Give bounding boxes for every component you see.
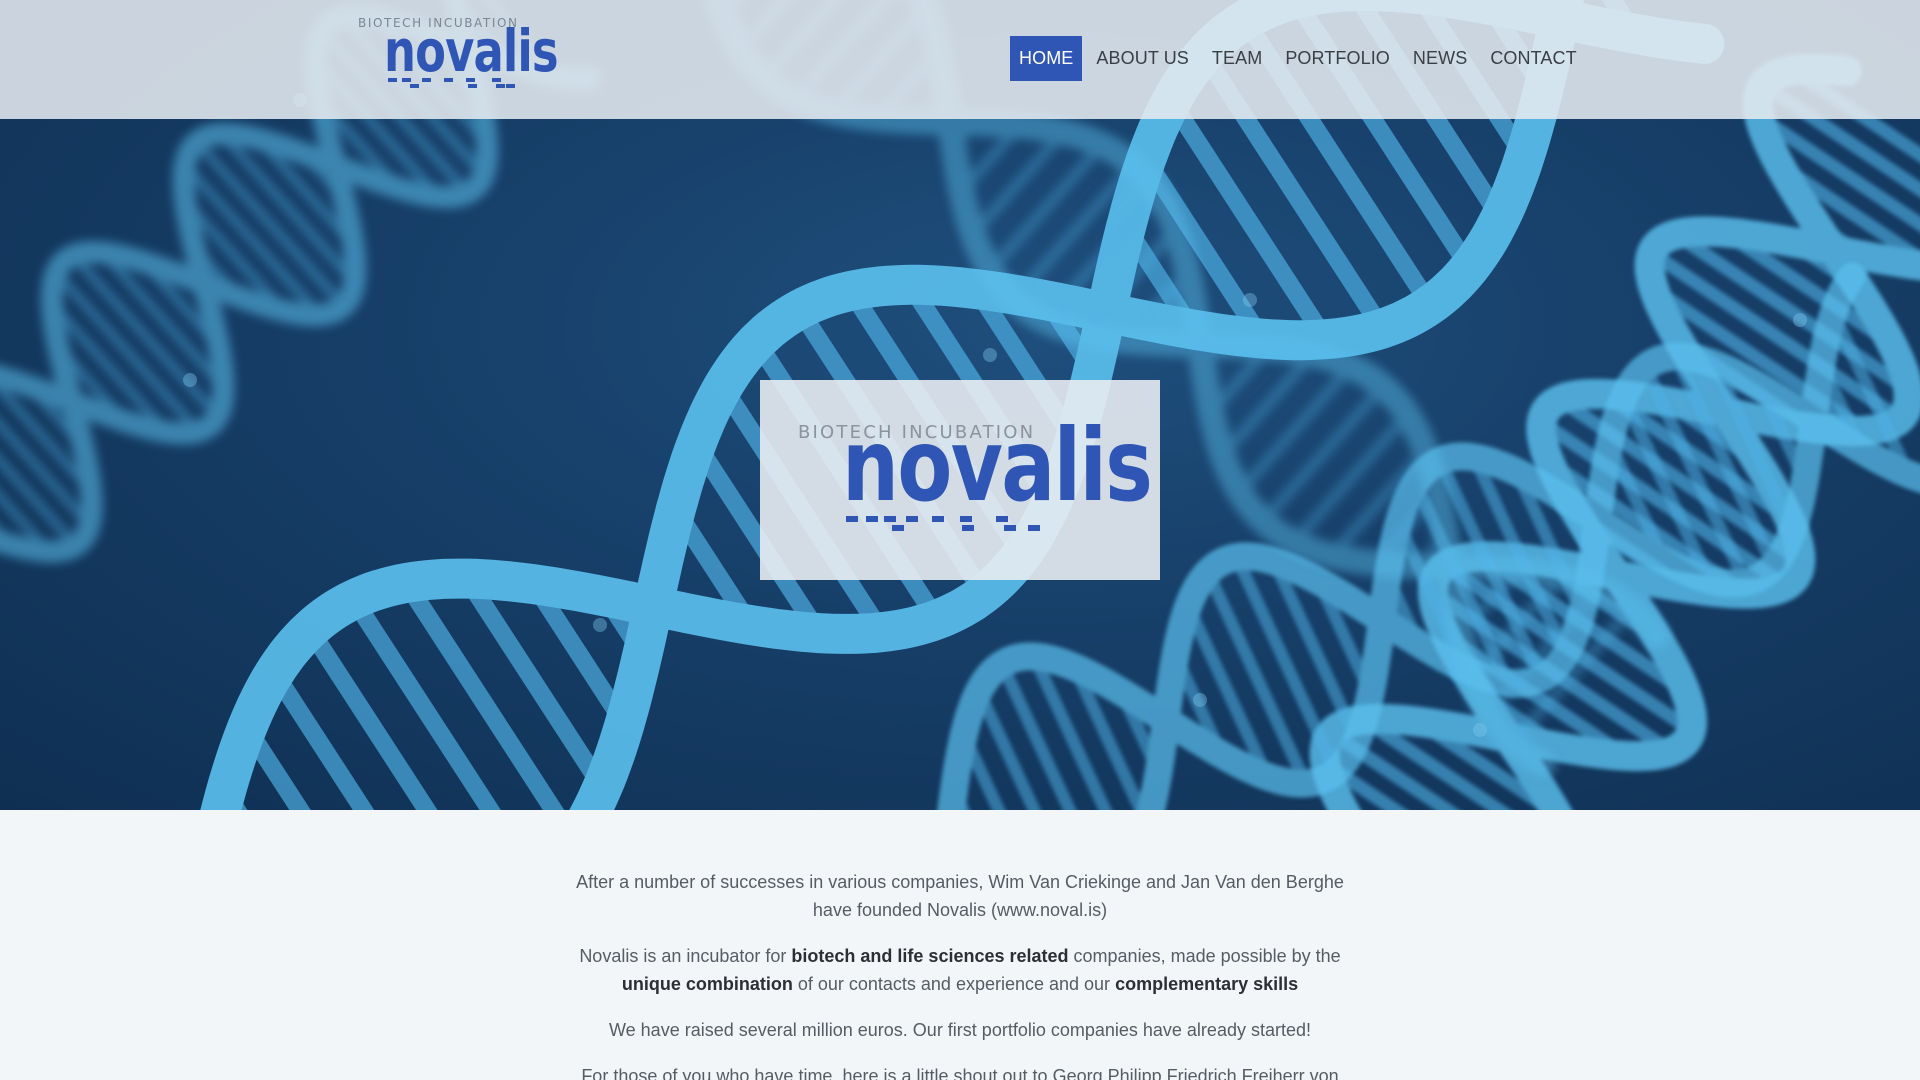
nav-news[interactable]: NEWS <box>1404 36 1476 81</box>
intro-paragraph-1: After a number of successes in various c… <box>576 872 1344 920</box>
text-span: companies, made possible by the <box>1068 946 1341 966</box>
logo-dots-icon <box>388 78 515 88</box>
nav-team[interactable]: TEAM <box>1203 36 1271 81</box>
card-dots-icon <box>846 516 1040 531</box>
intro-paragraph-3: We have raised several million euros. Ou… <box>609 1020 1311 1040</box>
nav-about-us[interactable]: ABOUT US <box>1087 36 1198 81</box>
bold-span: unique combination <box>621 974 793 994</box>
intro-paragraph-4: For those of you who have time, here is … <box>581 1066 1339 1080</box>
nav-portfolio[interactable]: PORTFOLIO <box>1276 36 1399 81</box>
site-header: BIOTECH INCUBATION novalis HOME ABOUT US… <box>0 0 1920 119</box>
nav-home[interactable]: HOME <box>1010 36 1083 81</box>
nav-contact[interactable]: CONTACT <box>1481 36 1585 81</box>
header-logo[interactable]: BIOTECH INCUBATION novalis <box>358 16 568 90</box>
hero-logo-card: BIOTECH INCUBATION novalis <box>760 380 1160 580</box>
text-span: Novalis is an incubator for <box>579 946 792 966</box>
intro-section: After a number of successes in various c… <box>560 868 1360 1080</box>
card-wordmark: novalis <box>842 407 1153 524</box>
bold-span: biotech and life sciences related <box>791 946 1069 966</box>
main-nav: HOME ABOUT US TEAM PORTFOLIO NEWS CONTAC… <box>1010 36 1920 81</box>
logo-wordmark: novalis <box>384 17 559 85</box>
bold-span: complementary skills <box>1115 974 1299 994</box>
text-span: of our contacts and experience and our <box>792 974 1116 994</box>
intro-paragraph-2: Novalis is an incubator for biotech and … <box>560 942 1360 998</box>
